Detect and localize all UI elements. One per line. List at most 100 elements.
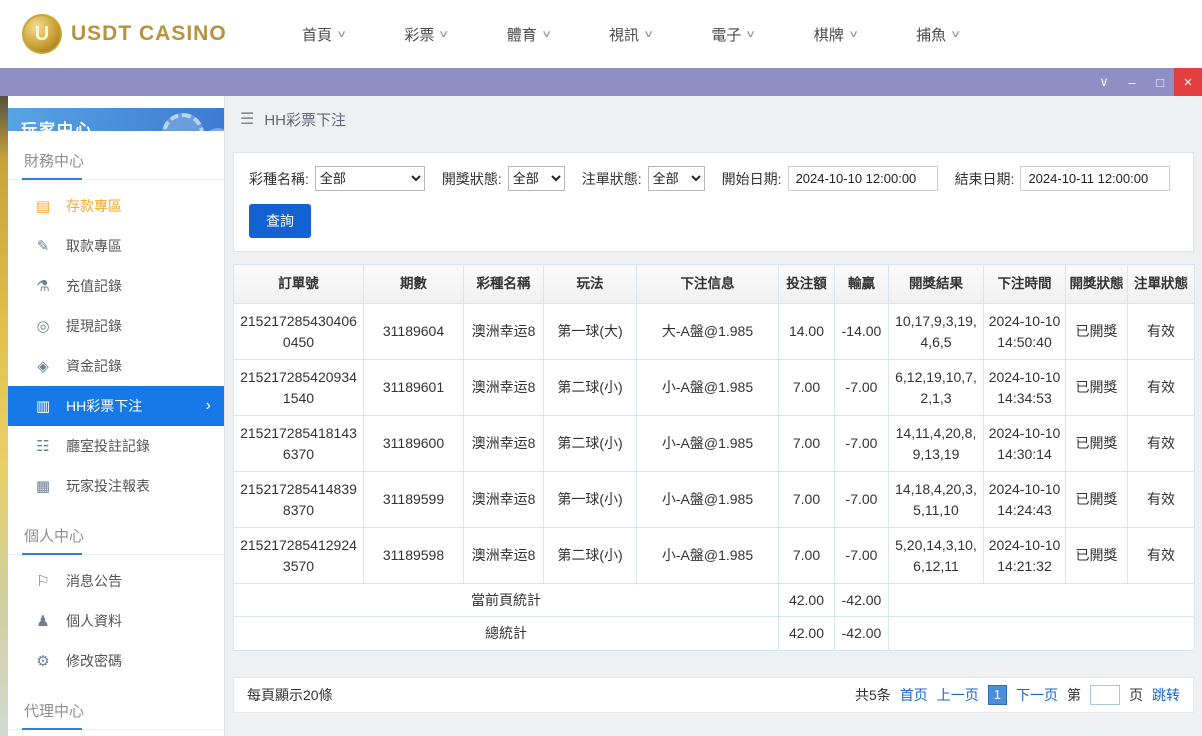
sidebar-item-label: 廳室投註記錄 [66, 438, 150, 454]
table-cell: -7.00 [834, 415, 889, 472]
nav-item-home[interactable]: 首頁 ∨ [302, 24, 347, 45]
brand-logo[interactable]: U USDT CASINO [22, 14, 270, 54]
sidebar-item-profile[interactable]: ♟ 個人資料 [8, 601, 224, 641]
prev-page-link[interactable]: 上一页 [937, 685, 979, 705]
column-header: 期數 [363, 264, 464, 304]
nav-item-label: 捕魚 [916, 26, 947, 44]
table-cell: 第一球(小) [543, 471, 637, 528]
chevron-down-icon: ∨ [438, 28, 450, 40]
goto-page-input[interactable] [1090, 684, 1120, 705]
sidebar-item-funds-record[interactable]: ◈ 資金記錄 [8, 346, 224, 386]
end-date-label: 結束日期: [954, 170, 1015, 187]
sidebar-item-announcements[interactable]: ⚐ 消息公告 [8, 561, 224, 601]
app-body: 玩家中心 PLAYERS CENTER 財務中心 ▤ 存款專區 ✎ 取款專區 ⚗ 充值記錄… [0, 96, 1202, 736]
next-page-link[interactable]: 下一页 [1016, 685, 1058, 705]
page-summary-row: 當前頁統計 42.00 -42.00 [233, 582, 1195, 618]
site-header: U USDT CASINO 首頁 ∨ 彩票 ∨ 體育 ∨ 視訊 ∨ 電子 ∨ 棋牌 ∨ 捕魚 ∨ [0, 0, 1202, 68]
table-cell: -7.00 [834, 471, 889, 528]
nav-item-lottery[interactable]: 彩票 ∨ [404, 24, 450, 45]
nav-item-chess-cards[interactable]: 棋牌 ∨ [813, 24, 859, 45]
sidebar-item-deposit[interactable]: ▤ 存款專區 [8, 186, 224, 226]
window-maximize-icon[interactable]: □ [1146, 68, 1174, 96]
coin-logo-icon: U [22, 14, 62, 54]
sidebar-item-label: 取款專區 [66, 238, 122, 254]
column-header: 開獎狀態 [1065, 264, 1128, 304]
section-label-finance: 財務中心 [8, 137, 224, 180]
stamp-icon: ◎ [36, 318, 50, 335]
table-cell: 7.00 [778, 359, 835, 416]
sidebar-item-recharge-record[interactable]: ⚗ 充值記錄 [8, 266, 224, 306]
table-cell: 有效 [1127, 527, 1195, 584]
table-cell: 2024-10-10 14:50:40 [983, 303, 1066, 360]
window-close-icon[interactable]: × [1174, 68, 1202, 96]
page-summary-win-loss: -42.00 [834, 582, 889, 618]
table-cell: 已開獎 [1065, 527, 1128, 584]
window-minimize-icon[interactable]: – [1118, 68, 1146, 96]
grand-summary-bet-total: 42.00 [778, 616, 835, 651]
nav-item-slots[interactable]: 電子 ∨ [711, 24, 756, 45]
goto-page-button[interactable]: 跳转 [1152, 685, 1180, 705]
sidebar-item-player-bet-report[interactable]: ▦ 玩家投注報表 [8, 466, 224, 506]
nav-item-label: 彩票 [404, 26, 435, 44]
end-date-input[interactable] [1020, 166, 1171, 191]
table-cell: 小-A盤@1.985 [636, 527, 779, 584]
background-page-strip [0, 96, 8, 736]
query-button[interactable]: 查詢 [249, 204, 311, 238]
sidebar-item-withdraw[interactable]: ✎ 取款專區 [8, 226, 224, 266]
table-cell: 第二球(小) [543, 415, 637, 472]
sidebar-item-label: 充值記錄 [66, 278, 122, 294]
bell-icon: ⚐ [36, 573, 50, 590]
page-size-text: 每頁顯示20條 [247, 686, 333, 703]
current-page-badge[interactable]: 1 [987, 684, 1007, 705]
table-cell: 小-A盤@1.985 [636, 359, 779, 416]
table-cell: 31189601 [363, 359, 464, 416]
sidebar-item-hh-lottery-bets[interactable]: ▥ HH彩票下注 › [8, 386, 224, 426]
table-cell: 2024-10-10 14:34:53 [983, 359, 1066, 416]
table-cell: 已開獎 [1065, 415, 1128, 472]
window-collapse-icon[interactable]: ∨ [1090, 68, 1118, 96]
sidebar-item-label: 消息公告 [66, 573, 122, 589]
sidebar-item-withdrawal-record[interactable]: ◎ 提現記錄 [8, 306, 224, 346]
grand-summary-win-loss: -42.00 [834, 616, 889, 651]
table-cell: 5,20,14,3,10,6,12,11 [888, 527, 984, 584]
nav-item-fishing[interactable]: 捕魚 ∨ [916, 24, 961, 45]
order-status-label: 注單狀態: [581, 170, 642, 187]
nav-item-label: 棋牌 [813, 26, 844, 44]
goto-suffix-label: 页 [1129, 686, 1143, 703]
table-cell: 2152172854148398370 [233, 471, 364, 528]
nav-item-sports[interactable]: 體育 ∨ [507, 24, 552, 45]
table-cell: -7.00 [834, 527, 889, 584]
lottery-name-select[interactable]: 全部 [314, 166, 425, 191]
nav-item-live-video[interactable]: 視訊 ∨ [609, 24, 654, 45]
table-row: 2152172854129243570 31189598 澳洲幸运8 第二球(小) 小-… [233, 527, 1195, 584]
column-header: 下注時間 [983, 264, 1066, 304]
order-status-select[interactable]: 全部 [647, 166, 705, 191]
menu-icon[interactable]: ☰ [240, 109, 254, 129]
table-cell: 已開獎 [1065, 471, 1128, 528]
page-summary-label: 當前頁統計 [233, 582, 779, 618]
first-page-link[interactable]: 首页 [900, 685, 928, 705]
table-cell: 大-A盤@1.985 [636, 303, 779, 360]
nav-item-label: 電子 [711, 26, 742, 44]
table-cell: 有效 [1127, 303, 1195, 360]
sidebar-item-label: 提現記錄 [66, 318, 122, 334]
table-cell: 14.00 [778, 303, 835, 360]
brand-name: USDT CASINO [71, 22, 227, 45]
sidebar: 玩家中心 PLAYERS CENTER 財務中心 ▤ 存款專區 ✎ 取款專區 ⚗ 充值記錄… [8, 96, 225, 736]
table-header-row: 訂單號 期數 彩種名稱 玩法 下注信息 投注額 輸贏 開獎結果 下注時間 開獎狀態 注單狀態 [233, 264, 1195, 304]
draw-status-select[interactable]: 全部 [507, 166, 565, 191]
table-row: 2152172854209341540 31189601 澳洲幸运8 第二球(小) 小-… [233, 359, 1195, 416]
empty-cell [888, 582, 1195, 618]
grand-summary-label: 總統計 [233, 616, 779, 651]
filter-panel: 彩種名稱: 全部 開獎狀態: 全部 注單狀態: 全部 開始日期: 結束日期: 查… [233, 152, 1194, 252]
table-cell: 有效 [1127, 471, 1195, 528]
table-cell: 2024-10-10 14:30:14 [983, 415, 1066, 472]
start-date-input[interactable] [787, 166, 938, 191]
table-cell: 第二球(小) [543, 359, 637, 416]
arrow-right-icon: › [205, 397, 211, 414]
table-cell: 2152172854181436370 [233, 415, 364, 472]
table-cell: 7.00 [778, 527, 835, 584]
sidebar-item-change-password[interactable]: ⚙ 修改密碼 [8, 641, 224, 681]
table-cell: 澳洲幸运8 [463, 527, 544, 584]
sidebar-item-room-bet-record[interactable]: ☷ 廳室投註記錄 [8, 426, 224, 466]
